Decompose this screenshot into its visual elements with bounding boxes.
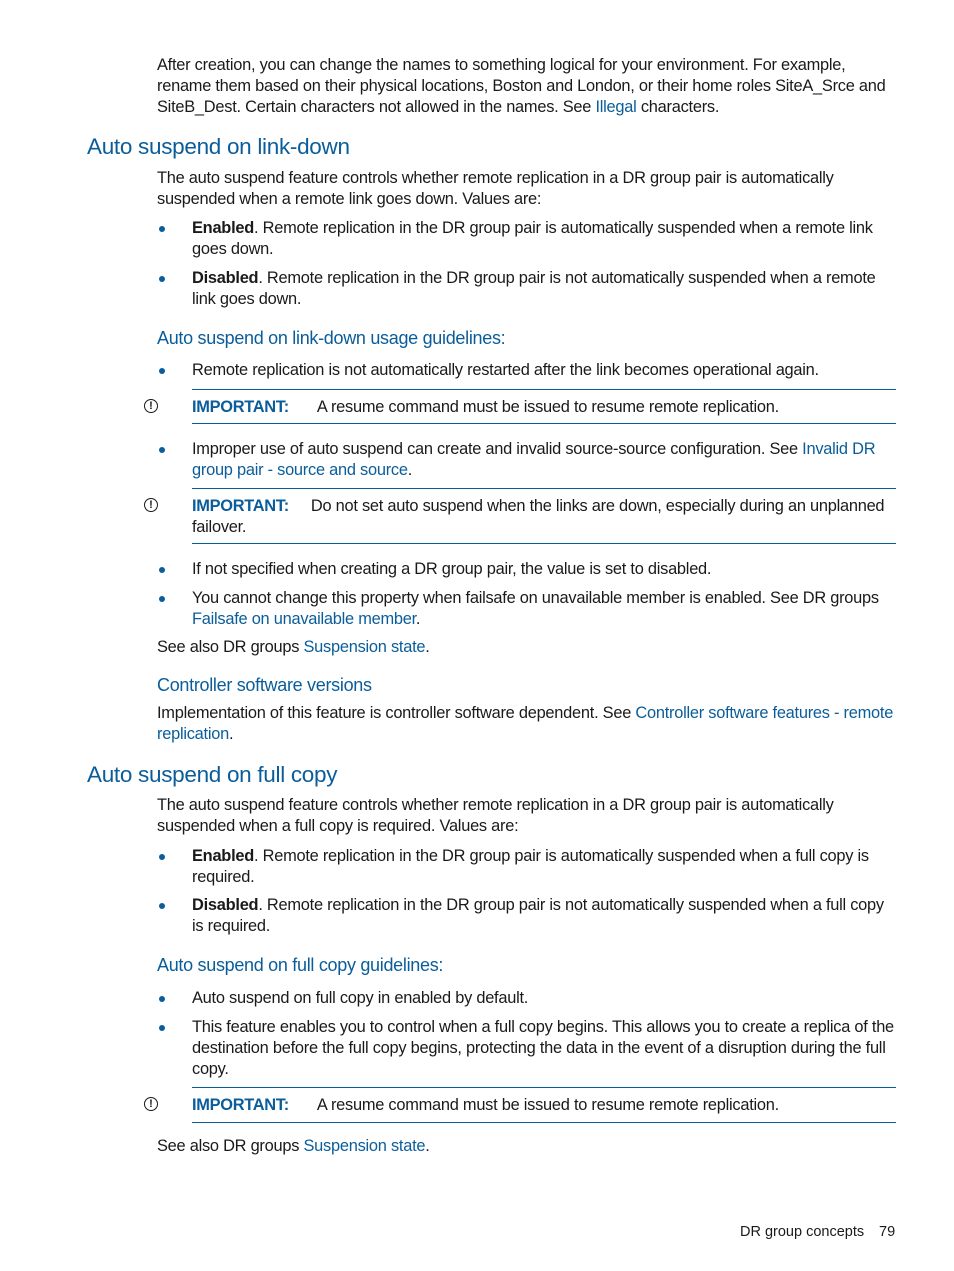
- important-note: IMPORTANT: A resume command must be issue…: [192, 398, 779, 416]
- bullet-icon: [159, 447, 165, 453]
- section-heading-link-down: Auto suspend on link-down: [87, 134, 350, 159]
- bullet-icon: [159, 996, 165, 1002]
- section1-paragraph: The auto suspend feature controls whethe…: [157, 169, 834, 208]
- controller-paragraph: Implementation of this feature is contro…: [157, 704, 894, 743]
- suspension-state-link[interactable]: Suspension state: [304, 638, 426, 656]
- bullet-icon: [159, 368, 165, 374]
- important-icon: !: [144, 1097, 158, 1111]
- page-number: 79: [879, 1224, 896, 1240]
- important-divider: [192, 1122, 896, 1123]
- suspension-state-link[interactable]: Suspension state: [304, 1137, 426, 1155]
- important-icon: !: [144, 399, 158, 413]
- guidelines-heading-link-down: Auto suspend on link-down usage guidelin…: [157, 328, 506, 348]
- important-divider: [192, 423, 896, 424]
- illegal-characters-link[interactable]: Illegal: [595, 98, 636, 116]
- intro-paragraph: After creation, you can change the names…: [157, 56, 886, 116]
- important-icon: !: [144, 498, 158, 512]
- guidelines-heading-full-copy: Auto suspend on full copy guidelines:: [157, 955, 444, 975]
- controller-versions-heading: Controller software versions: [157, 675, 372, 695]
- important-note: IMPORTANT: Do not set auto suspend when t…: [192, 497, 885, 536]
- bullet-icon: [159, 903, 165, 909]
- failsafe-link[interactable]: Failsafe on unavailable member: [192, 610, 416, 628]
- section-heading-full-copy: Auto suspend on full copy: [87, 762, 338, 787]
- footer-section-title: DR group concepts: [740, 1224, 865, 1240]
- important-divider: [192, 488, 896, 489]
- important-divider: [192, 389, 896, 390]
- bullet-icon: [159, 854, 165, 860]
- document-page: After creation, you can change the names…: [0, 0, 954, 1271]
- bullet-icon: [159, 596, 165, 602]
- important-divider: [192, 1087, 896, 1088]
- bullet-icon: [159, 1025, 165, 1031]
- see-also: See also DR groups Suspension state.: [157, 1137, 430, 1155]
- section2-paragraph: The auto suspend feature controls whethe…: [157, 796, 834, 835]
- bullet-icon: [159, 276, 165, 282]
- important-divider: [192, 543, 896, 544]
- important-note: IMPORTANT: A resume command must be issue…: [192, 1096, 779, 1114]
- bullet-icon: [159, 226, 165, 232]
- see-also: See also DR groups Suspension state.: [157, 638, 430, 656]
- bullet-icon: [159, 567, 165, 573]
